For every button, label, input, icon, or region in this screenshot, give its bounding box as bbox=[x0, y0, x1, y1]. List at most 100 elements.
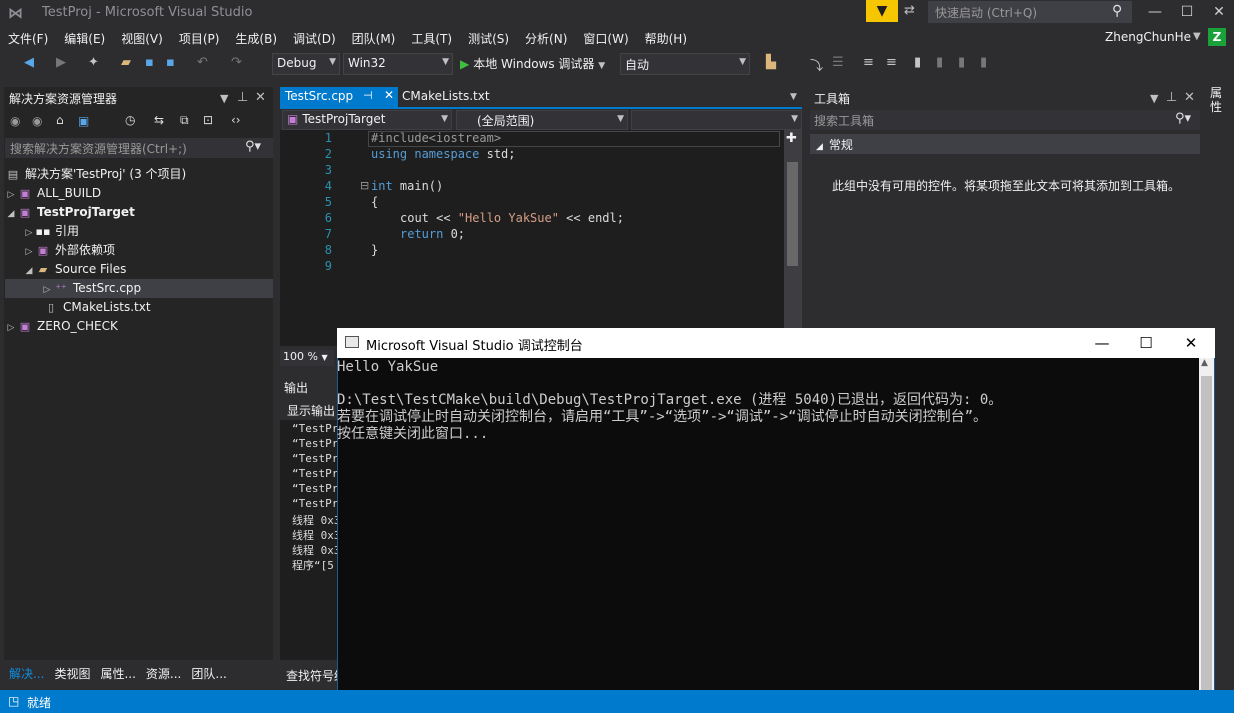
comment-icon[interactable]: ≡ bbox=[863, 55, 874, 70]
member-navigation-select[interactable]: ▼ bbox=[631, 110, 802, 130]
find-in-files-icon[interactable]: ▙ bbox=[766, 55, 776, 70]
uncomment-icon[interactable]: ≡ bbox=[886, 55, 897, 70]
minimize-button[interactable]: — bbox=[1140, 0, 1170, 26]
tab-team[interactable]: 团队... bbox=[186, 661, 231, 686]
save-all-icon[interactable]: ▪ bbox=[166, 55, 175, 70]
tab-cmakelists[interactable]: CMakeLists.txt bbox=[402, 89, 490, 103]
bookmark-icon[interactable]: ▮ bbox=[914, 55, 921, 70]
tree-item-zero-check[interactable]: ▷ ▣ ZERO_CHECK bbox=[5, 317, 273, 336]
sync-icon[interactable]: ⇆ bbox=[154, 113, 164, 127]
scope-navigation-select[interactable]: (全局范围) ▼ bbox=[456, 110, 628, 130]
close-button[interactable]: ✕ bbox=[1204, 0, 1234, 26]
menu-view[interactable]: 视图(V) bbox=[113, 27, 171, 50]
maximize-button[interactable]: ☐ bbox=[1172, 0, 1202, 26]
menu-debug[interactable]: 调试(D) bbox=[285, 27, 344, 50]
pin-icon[interactable]: ⊥ bbox=[1166, 90, 1177, 105]
chevron-down-icon[interactable]: ▼ bbox=[790, 92, 797, 102]
clear-bookmarks-icon[interactable]: ▮ bbox=[980, 55, 987, 70]
pin-icon[interactable]: ⊥ bbox=[237, 90, 248, 105]
back-icon[interactable]: ◉ bbox=[10, 114, 20, 128]
expand-icon[interactable]: ▷ bbox=[5, 319, 17, 338]
debug-console-window[interactable] bbox=[337, 328, 1215, 708]
console-minimize-button[interactable]: — bbox=[1082, 329, 1122, 357]
prev-bookmark-icon[interactable]: ▮ bbox=[936, 55, 943, 70]
close-icon[interactable]: ✕ bbox=[1184, 90, 1195, 105]
search-icon[interactable]: ⚲▾ bbox=[245, 139, 261, 154]
show-all-icon[interactable]: ⊡ bbox=[203, 113, 213, 127]
tab-resources[interactable]: 资源... bbox=[141, 661, 186, 686]
line-number: 3 bbox=[324, 163, 332, 177]
menu-edit[interactable]: 编辑(E) bbox=[56, 27, 113, 50]
history-icon[interactable]: ◷ bbox=[125, 113, 135, 127]
list-icon[interactable]: ☰ bbox=[832, 55, 844, 70]
forward-icon[interactable]: ◉ bbox=[32, 114, 42, 128]
console-scrollbar-thumb[interactable] bbox=[1201, 376, 1212, 692]
tree-item-cmakelists[interactable]: ▯ CMakeLists.txt bbox=[5, 298, 273, 317]
save-icon[interactable]: ▪ bbox=[145, 55, 154, 70]
user-name[interactable]: ZhengChunHe bbox=[1105, 30, 1191, 44]
open-folder-icon[interactable]: ▰ bbox=[121, 55, 131, 70]
tree-item-external-deps[interactable]: ▷ ▣ 外部依赖项 bbox=[5, 241, 273, 260]
tab-properties[interactable]: 属性... bbox=[95, 661, 140, 686]
console-close-button[interactable]: ✕ bbox=[1171, 329, 1211, 357]
tree-item-all-build[interactable]: ▷ ▣ ALL_BUILD bbox=[5, 184, 273, 203]
chevron-down-icon[interactable]: ▼ bbox=[1150, 92, 1158, 105]
tree-item-references[interactable]: ▷ ▪▪ 引用 bbox=[5, 222, 273, 241]
chevron-down-icon[interactable]: ▼ bbox=[1193, 31, 1201, 42]
split-icon[interactable]: ✚ bbox=[786, 131, 797, 146]
menu-help[interactable]: 帮助(H) bbox=[637, 27, 695, 50]
tab-testsrc[interactable]: TestSrc.cpp bbox=[280, 87, 398, 107]
search-icon[interactable]: ⚲ bbox=[1112, 3, 1122, 19]
code-view-icon[interactable]: ‹› bbox=[231, 113, 241, 127]
toolbox-group-general[interactable]: ◢ 常规 bbox=[810, 134, 1200, 154]
feedback-icon[interactable]: ⇄ bbox=[904, 3, 915, 18]
run-mode-select[interactable]: 自动 ▼ bbox=[620, 53, 750, 75]
pin-icon[interactable]: ⊣ bbox=[363, 89, 373, 102]
tree-item-testsrc[interactable]: ▷ ⁺⁺ TestSrc.cpp bbox=[5, 279, 273, 298]
forward-icon[interactable]: ▶ bbox=[56, 55, 66, 70]
tree-item-source-files[interactable]: ◢ ▰ Source Files bbox=[5, 260, 273, 279]
close-icon[interactable]: ✕ bbox=[255, 90, 266, 105]
console-maximize-button[interactable]: ☐ bbox=[1126, 329, 1166, 357]
close-icon[interactable]: ✕ bbox=[384, 88, 394, 102]
redo-icon[interactable]: ↷ bbox=[231, 55, 242, 70]
tab-solution-explorer[interactable]: 解决... bbox=[4, 661, 49, 686]
start-debugging-button[interactable]: ▶ 本地 Windows 调试器 ▼ bbox=[460, 55, 605, 72]
menu-build[interactable]: 生成(B) bbox=[227, 27, 285, 50]
output-line: “TestPr bbox=[292, 497, 337, 510]
config-select[interactable]: Debug ▼ bbox=[272, 53, 340, 75]
menu-file[interactable]: 文件(F) bbox=[0, 27, 56, 50]
notification-flag-icon[interactable]: ▼ bbox=[866, 0, 898, 22]
menu-analyze[interactable]: 分析(N) bbox=[517, 27, 575, 50]
toolbox-search-input[interactable]: 搜索工具箱 bbox=[810, 110, 1200, 130]
back-icon[interactable]: ◀ bbox=[24, 55, 34, 70]
chevron-down-icon[interactable]: ▼ bbox=[220, 92, 228, 105]
step-icon[interactable]: ⤵ bbox=[810, 55, 823, 74]
menu-project[interactable]: 项目(P) bbox=[171, 27, 228, 50]
home-icon[interactable]: ⌂ bbox=[56, 113, 64, 127]
project-navigation-select[interactable]: ▣ TestProjTarget ▼ bbox=[282, 110, 452, 130]
menu-team[interactable]: 团队(M) bbox=[344, 27, 404, 50]
tab-class-view[interactable]: 类视图 bbox=[49, 661, 95, 686]
avatar[interactable]: Z bbox=[1208, 28, 1226, 46]
undo-icon[interactable]: ↶ bbox=[197, 55, 208, 70]
platform-select[interactable]: Win32 ▼ bbox=[343, 53, 453, 75]
new-project-icon[interactable]: ✦ bbox=[88, 55, 99, 70]
menu-test[interactable]: 测试(S) bbox=[460, 27, 517, 50]
tree-item-target-project[interactable]: ◢ ▣ TestProjTarget bbox=[5, 203, 273, 222]
switch-view-icon[interactable]: ▣ bbox=[78, 114, 89, 128]
search-icon[interactable]: ⚲▾ bbox=[1175, 111, 1191, 126]
editor-scrollbar-thumb[interactable] bbox=[787, 162, 798, 266]
menu-window[interactable]: 窗口(W) bbox=[575, 27, 636, 50]
collapse-outline-icon[interactable]: ⊟ bbox=[360, 179, 369, 192]
collapse-icon[interactable]: ⧉ bbox=[180, 113, 189, 128]
zoom-select[interactable]: 100 % ▼ bbox=[280, 350, 334, 366]
tree-item-solution[interactable]: ▤ 解决方案'TestProj' (3 个项目) bbox=[5, 165, 273, 184]
solution-search-input[interactable]: 搜索解决方案资源管理器(Ctrl+;) bbox=[5, 138, 273, 158]
properties-side-tab[interactable]: 属性 bbox=[1210, 86, 1226, 114]
scroll-up-icon[interactable]: ▲ bbox=[1201, 358, 1208, 368]
next-bookmark-icon[interactable]: ▮ bbox=[958, 55, 965, 70]
quick-launch-input[interactable]: 快速启动 (Ctrl+Q) bbox=[928, 1, 1132, 23]
code-editor[interactable] bbox=[280, 130, 784, 346]
menu-tools[interactable]: 工具(T) bbox=[403, 27, 460, 50]
